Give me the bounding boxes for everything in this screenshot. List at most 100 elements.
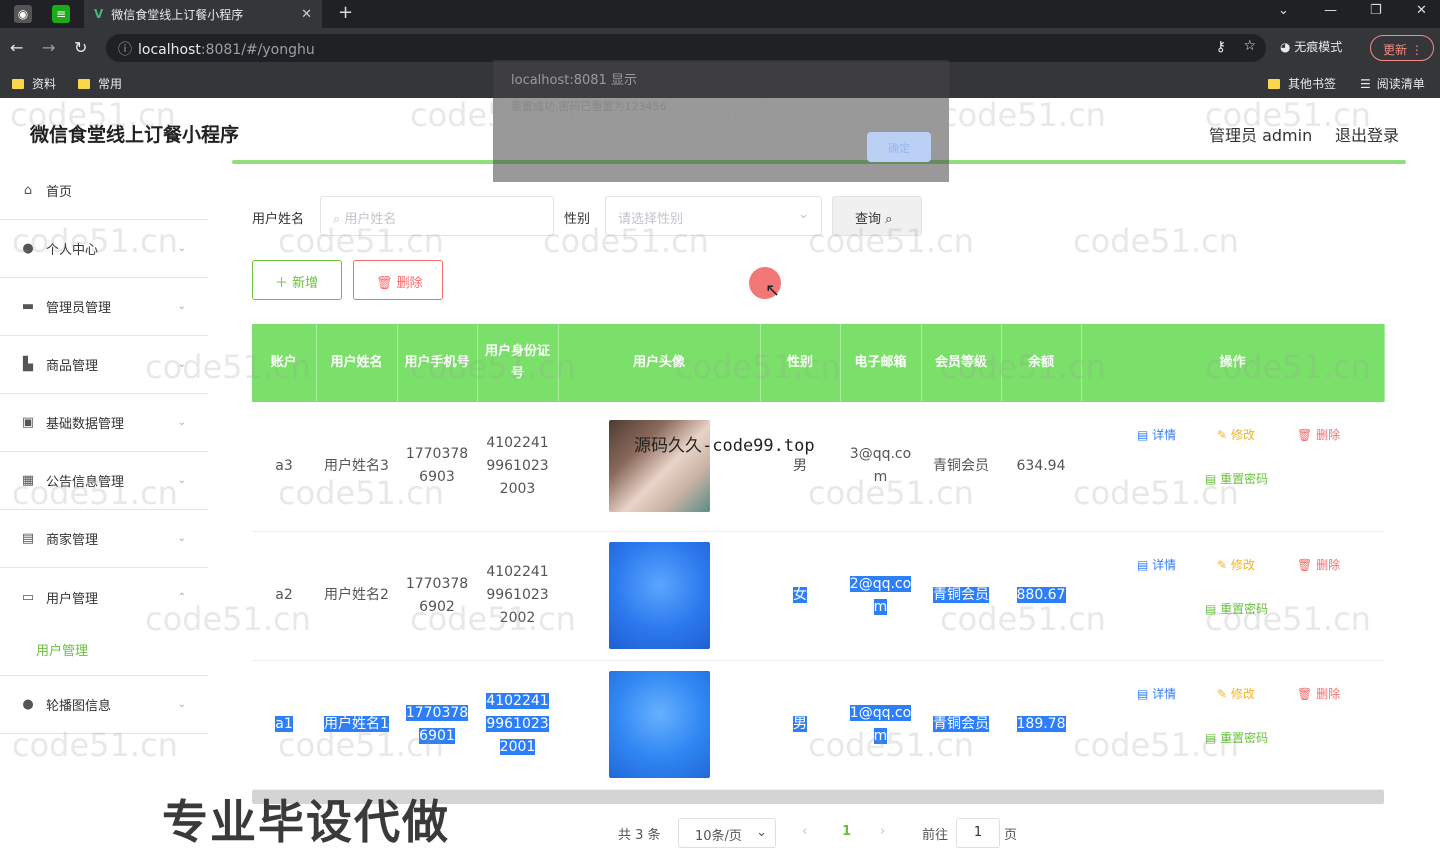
dialog-ok-button[interactable]: 确定 — [867, 132, 931, 162]
col-header-account[interactable]: 账户 — [252, 324, 317, 402]
detail-label: 详情 — [1152, 428, 1177, 443]
cell-avatar — [558, 531, 760, 661]
name-placeholder: 用户姓名 — [344, 212, 397, 227]
col-header-balance[interactable]: 余额 — [1001, 324, 1082, 402]
goto-page-input[interactable]: 1 — [956, 818, 1000, 848]
cell-balance: 880.67 — [1001, 531, 1081, 661]
avatar-image[interactable] — [608, 542, 710, 649]
search-icon: ⌕ — [885, 212, 893, 227]
sidebar-item-admins[interactable]: ▬ 管理员管理 ⌄ — [0, 278, 208, 336]
document-icon: ▤ — [1137, 428, 1153, 443]
document-icon: ▤ — [1205, 601, 1221, 616]
chevron-up-icon: ⌃ — [177, 591, 186, 603]
new-tab-button[interactable]: + — [338, 2, 353, 23]
sidebar-item-profile[interactable]: ● 个人中心 ⌄ — [0, 220, 208, 278]
back-icon[interactable]: ← — [10, 38, 23, 57]
logout-button[interactable]: 退出登录 — [1335, 122, 1399, 146]
goto-label: 前往 — [922, 828, 949, 843]
forward-icon[interactable]: → — [42, 38, 55, 57]
col-header-actions: 操作 — [1081, 324, 1385, 402]
sidebar: ⌂ 首页 ● 个人中心 ⌄ ▬ 管理员管理 ⌄ ▙ 商品管理 ⌄ ▣ 基础数据管理 ⌄ ▦ 公告信息… — [0, 162, 208, 734]
col-header-phone[interactable]: 用户手机号 — [397, 324, 478, 402]
edit-button[interactable]: ✎ 修改 — [1217, 683, 1255, 706]
page-number-current[interactable]: 1 — [842, 824, 851, 839]
reset-label: 重置密码 — [1220, 730, 1269, 745]
reading-list[interactable]: ☰ 阅读清单 — [1360, 75, 1425, 92]
detail-button[interactable]: ▤ 详情 — [1137, 683, 1176, 706]
user-table: 账户 用户姓名 用户手机号 用户身份证号 用户头像 性别 电子邮箱 会员等级 余… — [252, 324, 1385, 790]
browser-tab-bar: ◉ ≡ V 微信食堂线上订餐小程序 ✕ + ⌄ — ❐ ✕ — [0, 0, 1440, 28]
sidebar-item-users[interactable]: ▭ 用户管理 ⌃ — [0, 568, 208, 626]
pinned-tab-icon[interactable]: ≡ — [52, 5, 70, 23]
chevron-down-icon: ⌄ — [177, 699, 186, 710]
incognito-indicator[interactable]: ◕ 无痕模式 — [1280, 38, 1342, 55]
edit-button[interactable]: ✎ 修改 — [1217, 424, 1255, 447]
col-header-idcard[interactable]: 用户身份证号 — [477, 324, 559, 402]
site-info-icon[interactable]: ⓘ — [118, 42, 132, 58]
reload-icon[interactable]: ↻ — [74, 38, 87, 57]
prev-page-icon[interactable]: ‹ — [802, 824, 807, 839]
delete-button[interactable]: 🗑 删除 — [1297, 683, 1340, 706]
col-header-email[interactable]: 电子邮箱 — [840, 324, 922, 402]
cell-name: 用户姓名1 — [316, 660, 397, 790]
sidebar-item-label: 商家管理 — [46, 533, 99, 548]
page-size-select[interactable]: 10条/页 ⌄ — [678, 818, 776, 848]
next-page-icon[interactable]: › — [880, 824, 885, 839]
url-field[interactable]: ⓘ localhost:8081/#/yonghu ⚷ ☆ — [106, 34, 1266, 62]
gender-select[interactable]: 请选择性别 ⌄ — [605, 196, 822, 236]
vue-logo-icon: V — [94, 7, 104, 21]
sidebar-item-shop[interactable]: ▤ 商家管理 ⌄ — [0, 510, 208, 568]
chevron-down-icon: ⌄ — [177, 301, 186, 312]
sidebar-item-carousel[interactable]: ● 轮播图信息 ⌄ — [0, 676, 208, 734]
query-button[interactable]: 查询 ⌕ — [832, 196, 922, 236]
sidebar-item-notice[interactable]: ▦ 公告信息管理 ⌄ — [0, 452, 208, 510]
sidebar-item-label: 商品管理 — [46, 359, 99, 374]
cell-account: a2 — [252, 531, 316, 661]
key-icon[interactable]: ⚷ — [1216, 39, 1226, 55]
col-header-level[interactable]: 会员等级 — [921, 324, 1002, 402]
col-header-gender[interactable]: 性别 — [760, 324, 841, 402]
batch-delete-button[interactable]: 🗑 删除 — [353, 260, 443, 300]
reset-password-button[interactable]: ▤ 重置密码 — [1205, 598, 1268, 621]
update-button[interactable]: 更新 ⋮ — [1370, 35, 1434, 61]
sidebar-item-label: 个人中心 — [46, 243, 99, 258]
other-bookmarks[interactable]: 其他书签 — [1268, 75, 1336, 92]
cell-level: 青铜会员 — [921, 660, 1001, 790]
sidebar-subitem-user-manage[interactable]: 用户管理 — [0, 626, 208, 676]
gender-value: 女 — [793, 587, 807, 603]
minimize-icon[interactable]: — — [1324, 3, 1337, 18]
bookmark-label: 其他书签 — [1288, 77, 1337, 91]
sidebar-item-basedata[interactable]: ▣ 基础数据管理 ⌄ — [0, 394, 208, 452]
avatar-image[interactable] — [608, 671, 710, 778]
star-icon[interactable]: ☆ — [1243, 38, 1256, 54]
cell-gender: 女 — [760, 531, 840, 661]
detail-button[interactable]: ▤ 详情 — [1137, 424, 1176, 447]
sidebar-item-home[interactable]: ⌂ 首页 — [0, 162, 208, 220]
bookmark-folder-1[interactable]: 资料 — [12, 75, 56, 92]
add-button[interactable]: ＋ 新增 — [252, 260, 342, 300]
col-header-name[interactable]: 用户姓名 — [316, 324, 398, 402]
reset-password-button[interactable]: ▤ 重置密码 — [1205, 727, 1268, 750]
close-window-icon[interactable]: ✕ — [1416, 3, 1427, 18]
dialog-message: 重置成功,密码已重置为123456 — [511, 100, 667, 113]
delete-button[interactable]: 🗑 删除 — [1297, 554, 1340, 577]
cell-avatar — [558, 660, 760, 790]
cell-account: a3 — [252, 402, 316, 532]
tab-close-icon[interactable]: ✕ — [301, 7, 312, 22]
bookmark-folder-2[interactable]: 常用 — [78, 75, 122, 92]
query-label: 查询 — [855, 212, 882, 227]
detail-button[interactable]: ▤ 详情 — [1137, 554, 1176, 577]
restore-icon[interactable]: ❐ — [1370, 3, 1382, 18]
cell-actions: ▤ 详情 ✎ 修改 🗑 删除 ▤ 重置密码 — [1081, 402, 1384, 532]
tab-search-icon[interactable]: ⌄ — [1278, 3, 1289, 18]
cell-email: 3@qq.com — [840, 402, 921, 532]
cell-idcard: 410224199610232002 — [477, 531, 558, 661]
delete-button[interactable]: 🗑 删除 — [1297, 424, 1340, 447]
name-search-input[interactable]: ⌕ 用户姓名 — [320, 196, 554, 236]
table-row: a2 用户姓名2 17703786902 410224199610232002 … — [252, 531, 1384, 661]
document-icon: ▤ — [1205, 472, 1221, 487]
edit-button[interactable]: ✎ 修改 — [1217, 554, 1255, 577]
active-tab[interactable]: V 微信食堂线上订餐小程序 ✕ — [84, 0, 322, 28]
sidebar-item-goods[interactable]: ▙ 商品管理 ⌄ — [0, 336, 208, 394]
reset-password-button[interactable]: ▤ 重置密码 — [1205, 468, 1268, 491]
